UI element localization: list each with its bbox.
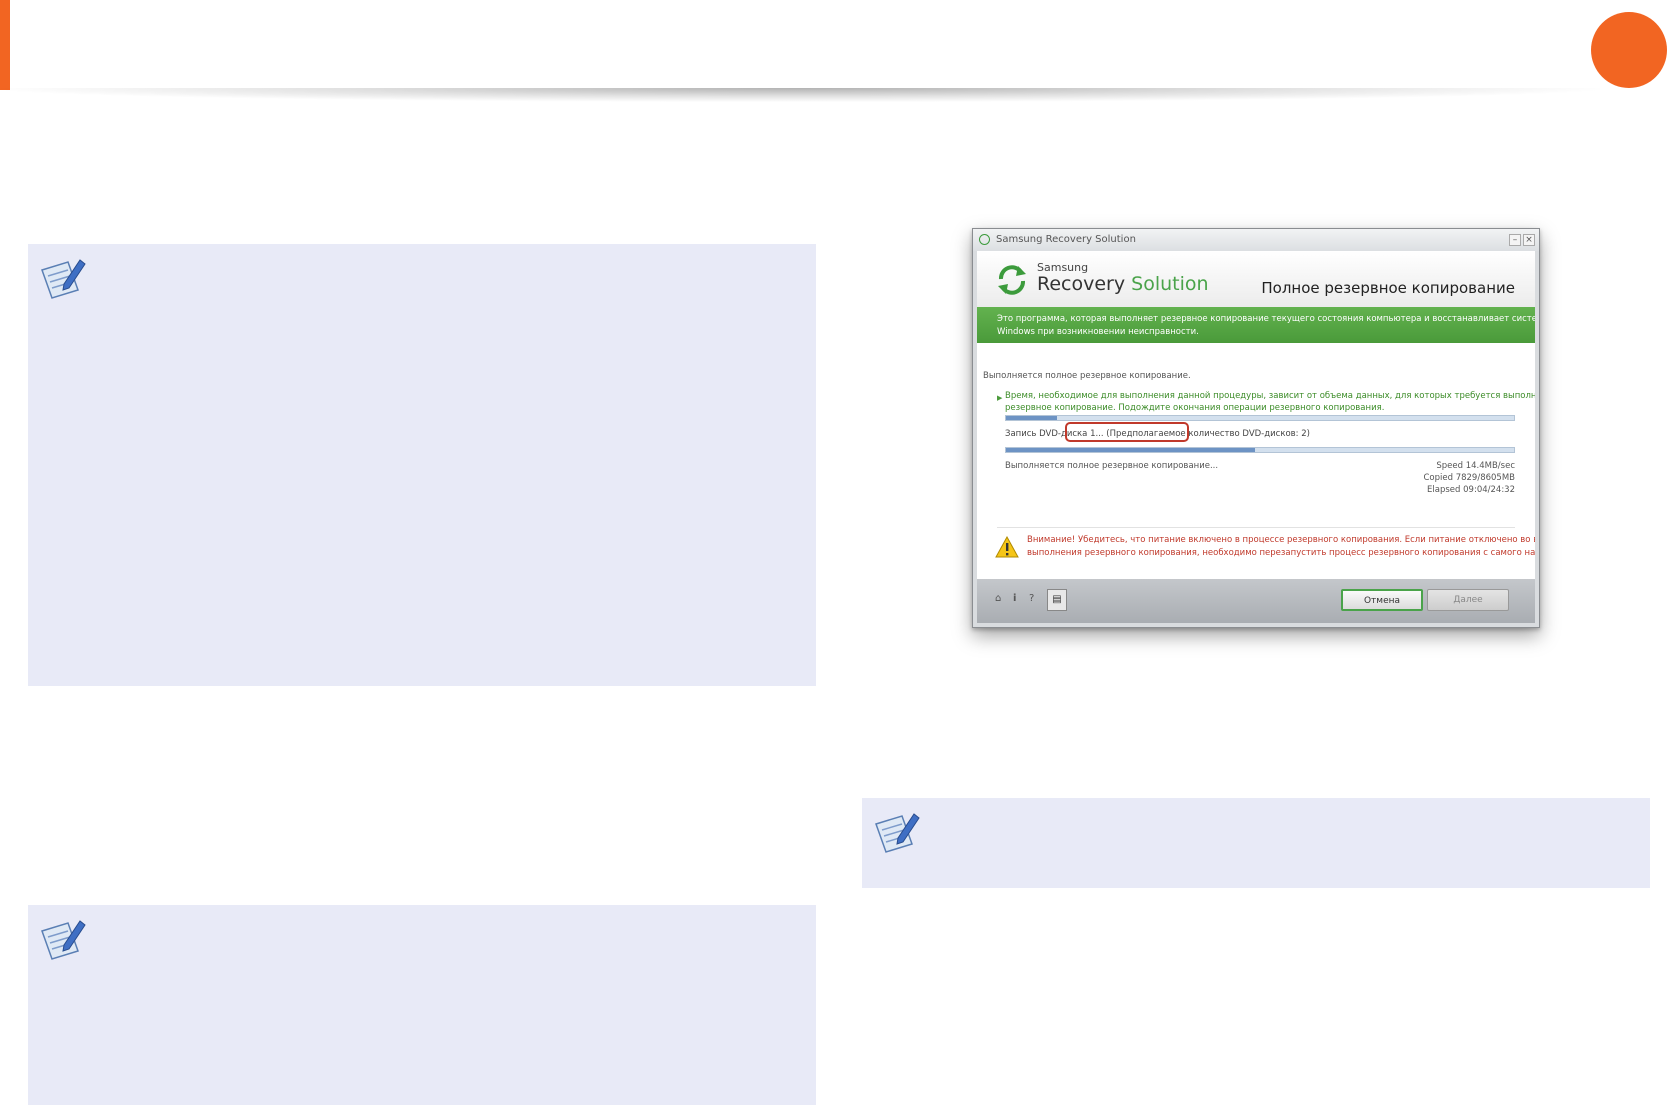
banner-line-1: Это программа, которая выполняет резервн… <box>997 314 1535 324</box>
note-pencil-icon <box>875 813 920 853</box>
progress-fill-overall <box>1006 416 1057 420</box>
page-number-circle <box>1591 12 1667 88</box>
warning-triangle-icon <box>995 536 1019 558</box>
progress-bar-disc <box>1005 447 1515 453</box>
description-banner: Это программа, которая выполняет резервн… <box>977 307 1535 343</box>
progress-bar-overall <box>1005 415 1515 421</box>
divider <box>997 527 1515 528</box>
info-icon[interactable]: i <box>1013 593 1016 604</box>
bullet-arrow-icon: ▶ <box>997 394 1003 402</box>
dialog-body: Samsung Recovery Solution Полное резервн… <box>977 251 1535 623</box>
backup-progress-status: Выполняется полное резервное копирование… <box>1005 461 1219 471</box>
home-icon[interactable]: ⌂ <box>995 593 1001 604</box>
info-line-2: резервное копирование. Подождите окончан… <box>1005 403 1385 413</box>
brand-word-recovery: Recovery <box>1037 273 1126 295</box>
progress-fill-disc <box>1006 448 1255 452</box>
warning-line-2: выполнения резервного копирования, необх… <box>1027 548 1535 558</box>
note-box-3 <box>862 798 1650 888</box>
dialog-heading: Полное резервное копирование <box>1261 279 1515 297</box>
highlight-frame <box>1065 422 1189 442</box>
banner-line-2: Windows при возникновении неисправности. <box>997 327 1199 337</box>
warning-line-1: Внимание! Убедитесь, что питание включен… <box>1027 535 1535 545</box>
info-line-1: Время, необходимое для выполнения данной… <box>1005 391 1535 401</box>
brand-header: Samsung Recovery Solution Полное резервн… <box>977 251 1535 307</box>
next-button[interactable]: Далее <box>1427 589 1509 611</box>
cancel-button[interactable]: Отмена <box>1341 589 1423 611</box>
copied-stat: Copied 7829/8605MB <box>1423 473 1515 483</box>
elapsed-stat: Elapsed 09:04/24:32 <box>1427 485 1515 495</box>
dialog-footer: ⌂ i ? ▤ Отмена Далее <box>977 579 1535 623</box>
brand-name: Recovery Solution <box>1037 273 1209 295</box>
recovery-arrows-icon <box>998 265 1026 295</box>
recovery-dialog: Samsung Recovery Solution – × Samsung Re… <box>972 228 1540 628</box>
accent-bar <box>0 0 10 90</box>
note-box-2 <box>28 905 816 1105</box>
speed-stat: Speed 14.4MB/sec <box>1436 461 1515 471</box>
backup-status: Выполняется полное резервное копирование… <box>983 371 1191 381</box>
header-rule <box>0 88 1600 102</box>
minimize-button[interactable]: – <box>1509 234 1521 246</box>
window-title: Samsung Recovery Solution <box>996 234 1136 245</box>
brand-word-solution: Solution <box>1131 273 1209 295</box>
dialog-titlebar: Samsung Recovery Solution – × <box>973 229 1539 251</box>
close-button[interactable]: × <box>1523 234 1535 246</box>
help-icon[interactable]: ? <box>1029 593 1034 604</box>
note-pencil-icon <box>41 920 86 960</box>
note-box-1 <box>28 244 816 686</box>
app-icon <box>979 234 990 245</box>
note-pencil-icon <box>41 259 86 299</box>
document-icon[interactable]: ▤ <box>1047 589 1067 611</box>
